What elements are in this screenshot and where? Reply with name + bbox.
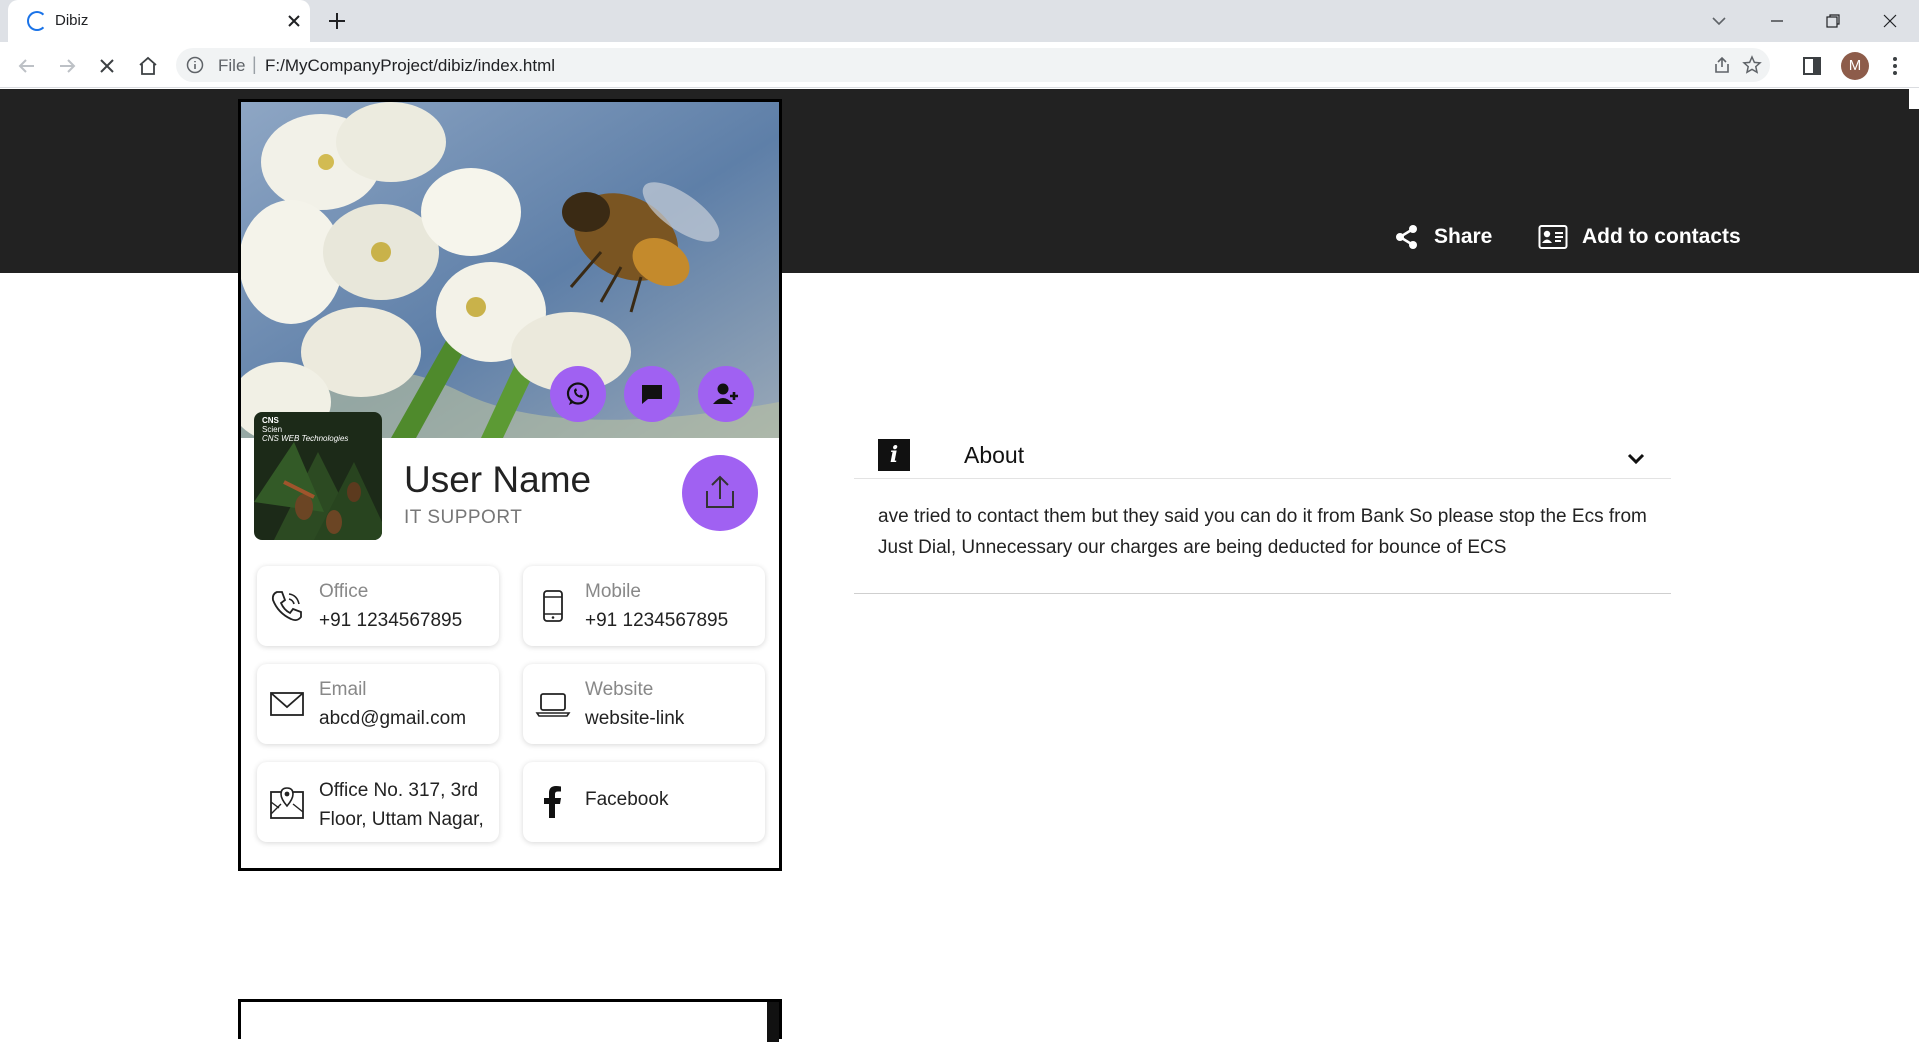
mail-icon [270,692,304,716]
side-panel-icon[interactable] [1800,54,1824,78]
tab-search-icon[interactable] [1707,9,1731,33]
about-header[interactable]: i About [854,414,1671,479]
company-logo: CNS Scien CNS WEB Technologies [254,412,382,540]
user-name: User Name [404,459,592,500]
minimize-icon[interactable] [1765,9,1789,33]
mobile-value: +91 1234567895 [585,610,729,631]
scheme-separator: | [252,54,257,74]
browser-menu-icon[interactable] [1883,54,1907,78]
laptop-icon [535,693,571,717]
office-phone-box[interactable]: Office +91 1234567895 [257,566,499,646]
mobile-label: Mobile [585,581,641,602]
info-icon: i [878,439,910,471]
business-card: CNS Scien CNS WEB Technologies User Name… [238,99,782,871]
about-section: i About ave tried to contact them but th… [854,414,1671,594]
bookmark-star-icon[interactable] [1742,55,1762,75]
share-label: Share [1434,225,1493,248]
map-location-icon [270,787,304,819]
message-button[interactable] [624,366,680,422]
back-icon[interactable] [15,54,39,78]
add-contacts-label: Add to contacts [1582,225,1741,248]
whatsapp-button[interactable] [550,366,606,422]
close-tab-icon[interactable] [284,11,304,31]
add-contact-quick-button[interactable] [698,366,754,422]
site-info-icon[interactable] [186,56,204,74]
file-scheme-label: File [218,56,246,75]
browser-toolbar: File | F:/MyCompanyProject/dibiz/index.h… [0,42,1919,88]
address-value: Office No. 317, 3rd Floor, Uttam Nagar, [319,780,484,830]
address-box[interactable]: Office No. 317, 3rd Floor, Uttam Nagar, [257,762,499,842]
share-page-icon[interactable] [1712,55,1732,75]
add-to-contacts-button[interactable]: Add to contacts [1538,224,1741,250]
website-value: website-link [585,708,685,729]
stop-loading-icon[interactable] [95,54,119,78]
scrollbar-thumb[interactable] [1909,109,1919,273]
facebook-box[interactable]: Facebook [523,762,765,842]
browser-tab[interactable]: Dibiz [8,0,310,42]
card-edge-bar [767,1002,779,1042]
email-box[interactable]: Email abcd@gmail.com [257,664,499,744]
close-window-icon[interactable] [1878,9,1902,33]
whatsapp-icon [566,382,590,405]
browser-tab-strip: Dibiz [0,0,1919,42]
second-card [238,999,782,1042]
email-label: Email [319,679,367,700]
url-text[interactable]: F:/MyCompanyProject/dibiz/index.html [265,56,555,76]
about-title: About [964,442,1025,468]
website-label: Website [585,679,654,700]
message-icon [642,385,662,404]
restore-icon[interactable] [1821,9,1845,33]
email-value: abcd@gmail.com [319,708,467,729]
add-contact-icon [713,383,738,404]
forward-icon[interactable] [55,54,79,78]
facebook-icon [544,786,561,818]
facebook-label: Facebook [585,789,669,810]
office-label: Office [319,581,369,602]
user-role: IT SUPPORT [404,507,523,528]
contact-card-icon [1538,225,1568,249]
website-box[interactable]: Website website-link [523,664,765,744]
phone-icon [271,591,302,622]
office-value: +91 1234567895 [319,610,463,631]
about-body: ave tried to contact them but they said … [854,479,1671,594]
mobile-phone-box[interactable]: Mobile +91 1234567895 [523,566,765,646]
address-bar[interactable]: File | F:/MyCompanyProject/dibiz/index.h… [176,48,1770,82]
chevron-down-icon[interactable] [1624,447,1648,471]
share-icon [1396,225,1417,249]
home-icon[interactable] [136,54,160,78]
mobile-icon [543,590,563,622]
share-upload-icon [706,475,734,508]
scrollbar[interactable] [1909,89,1919,273]
logo-text: CNS Scien CNS WEB Technologies [262,416,349,443]
new-tab-icon[interactable] [326,10,348,32]
share-button[interactable]: Share [1394,224,1492,250]
tab-title: Dibiz [55,12,89,29]
share-card-button[interactable] [682,455,758,531]
page-content: Share Add to contacts CNS Scien CNS WEB … [0,89,1919,1042]
profile-avatar[interactable]: M [1841,52,1869,80]
loading-spinner-icon [27,11,47,31]
